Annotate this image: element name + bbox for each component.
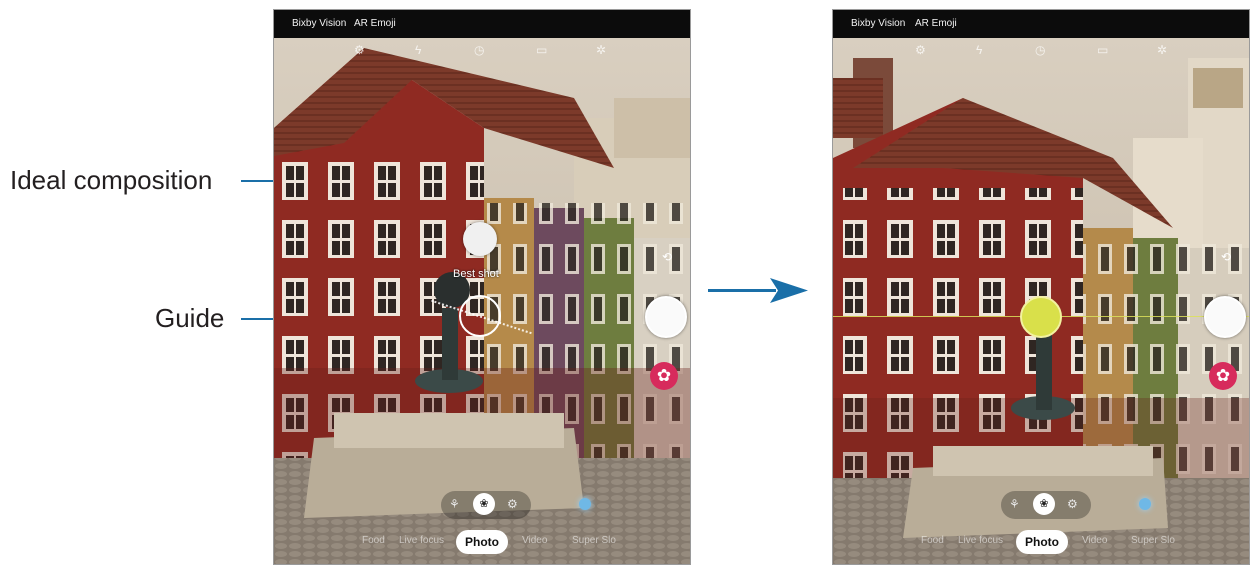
ideal-composition-label: Ideal composition xyxy=(10,165,213,195)
filter-icon[interactable]: ✲ xyxy=(1157,43,1167,57)
ar-emoji-button[interactable]: AR Emoji xyxy=(354,18,396,30)
camera-mode-selector: Food Live focus Photo Video Super Slo xyxy=(833,530,1249,556)
camera-quick-settings: ⚙ ϟ ◷ ▭ ✲ xyxy=(274,38,690,62)
flash-icon[interactable]: ϟ xyxy=(976,43,982,57)
mode-photo[interactable]: Photo xyxy=(456,530,508,554)
shutter-button[interactable] xyxy=(645,296,687,338)
best-shot-label: Best shot xyxy=(453,268,499,280)
timer-icon[interactable]: ◷ xyxy=(474,43,484,57)
focus-option-icon[interactable]: ⚙ xyxy=(507,497,518,511)
shutter-button[interactable] xyxy=(1204,296,1246,338)
mode-super-slo[interactable]: Super Slo xyxy=(1131,535,1175,547)
focus-option-icon[interactable]: ⚘ xyxy=(449,497,460,511)
camera-top-bar: Bixby Vision AR Emoji xyxy=(274,10,690,38)
focus-options-bar: ⚘ ❀ ⚙ xyxy=(1001,491,1091,519)
transition-arrow xyxy=(708,278,808,303)
mode-food[interactable]: Food xyxy=(921,535,944,547)
camera-screen-after: Bixby Vision AR Emoji ⚙ ϟ ◷ ▭ ✲ ⟲ ✿ ⚘ ❀ … xyxy=(832,9,1250,565)
gallery-thumbnail[interactable] xyxy=(1139,498,1151,510)
focus-options-bar: ⚘ ❀ ⚙ xyxy=(441,491,531,519)
mode-live-focus[interactable]: Live focus xyxy=(399,535,444,547)
ideal-composition-marker xyxy=(463,222,497,256)
settings-icon[interactable]: ⚙ xyxy=(915,43,926,57)
switch-camera-icon[interactable]: ⟲ xyxy=(657,249,677,265)
flash-icon[interactable]: ϟ xyxy=(415,43,421,57)
ar-emoji-button[interactable]: AR Emoji xyxy=(915,18,957,30)
camera-screen-before: Bixby Vision AR Emoji ⚙ ϟ ◷ ▭ ✲ Best sho… xyxy=(273,9,691,565)
aspect-ratio-icon[interactable]: ▭ xyxy=(536,43,547,57)
aspect-ratio-icon[interactable]: ▭ xyxy=(1097,43,1108,57)
focus-option-icon[interactable]: ⚙ xyxy=(1067,497,1078,511)
focus-option-icon-selected[interactable]: ❀ xyxy=(1033,493,1055,515)
bixby-vision-button[interactable]: Bixby Vision xyxy=(292,18,346,30)
mode-food[interactable]: Food xyxy=(362,535,385,547)
camera-mode-selector: Food Live focus Photo Video Super Slo xyxy=(274,530,690,556)
mode-photo[interactable]: Photo xyxy=(1016,530,1068,554)
focus-option-icon[interactable]: ⚘ xyxy=(1009,497,1020,511)
camera-top-bar: Bixby Vision AR Emoji xyxy=(833,10,1249,38)
gallery-thumbnail[interactable] xyxy=(579,498,591,510)
camera-quick-settings: ⚙ ϟ ◷ ▭ ✲ xyxy=(833,38,1249,62)
mode-super-slo[interactable]: Super Slo xyxy=(572,535,616,547)
switch-camera-icon[interactable]: ⟲ xyxy=(1216,249,1236,265)
composition-matched-marker xyxy=(1020,296,1062,338)
filter-icon[interactable]: ✲ xyxy=(596,43,606,57)
effect-button[interactable]: ✿ xyxy=(650,362,678,390)
bixby-vision-button[interactable]: Bixby Vision xyxy=(851,18,905,30)
mode-video[interactable]: Video xyxy=(522,535,547,547)
effect-button[interactable]: ✿ xyxy=(1209,362,1237,390)
guide-label: Guide xyxy=(155,303,225,333)
timer-icon[interactable]: ◷ xyxy=(1035,43,1045,57)
mode-video[interactable]: Video xyxy=(1082,535,1107,547)
focus-option-icon-selected[interactable]: ❀ xyxy=(473,493,495,515)
mode-live-focus[interactable]: Live focus xyxy=(958,535,1003,547)
settings-icon[interactable]: ⚙ xyxy=(354,43,365,57)
